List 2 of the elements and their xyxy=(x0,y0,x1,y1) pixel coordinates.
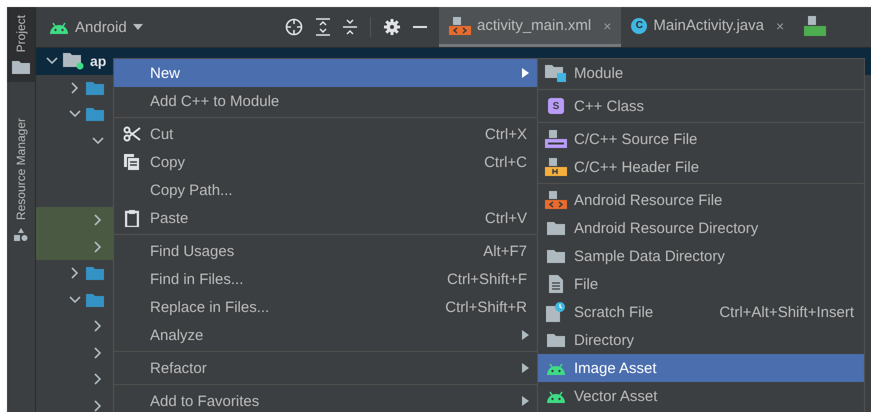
class-icon: C xyxy=(631,18,648,34)
class-icon: S xyxy=(548,98,564,114)
